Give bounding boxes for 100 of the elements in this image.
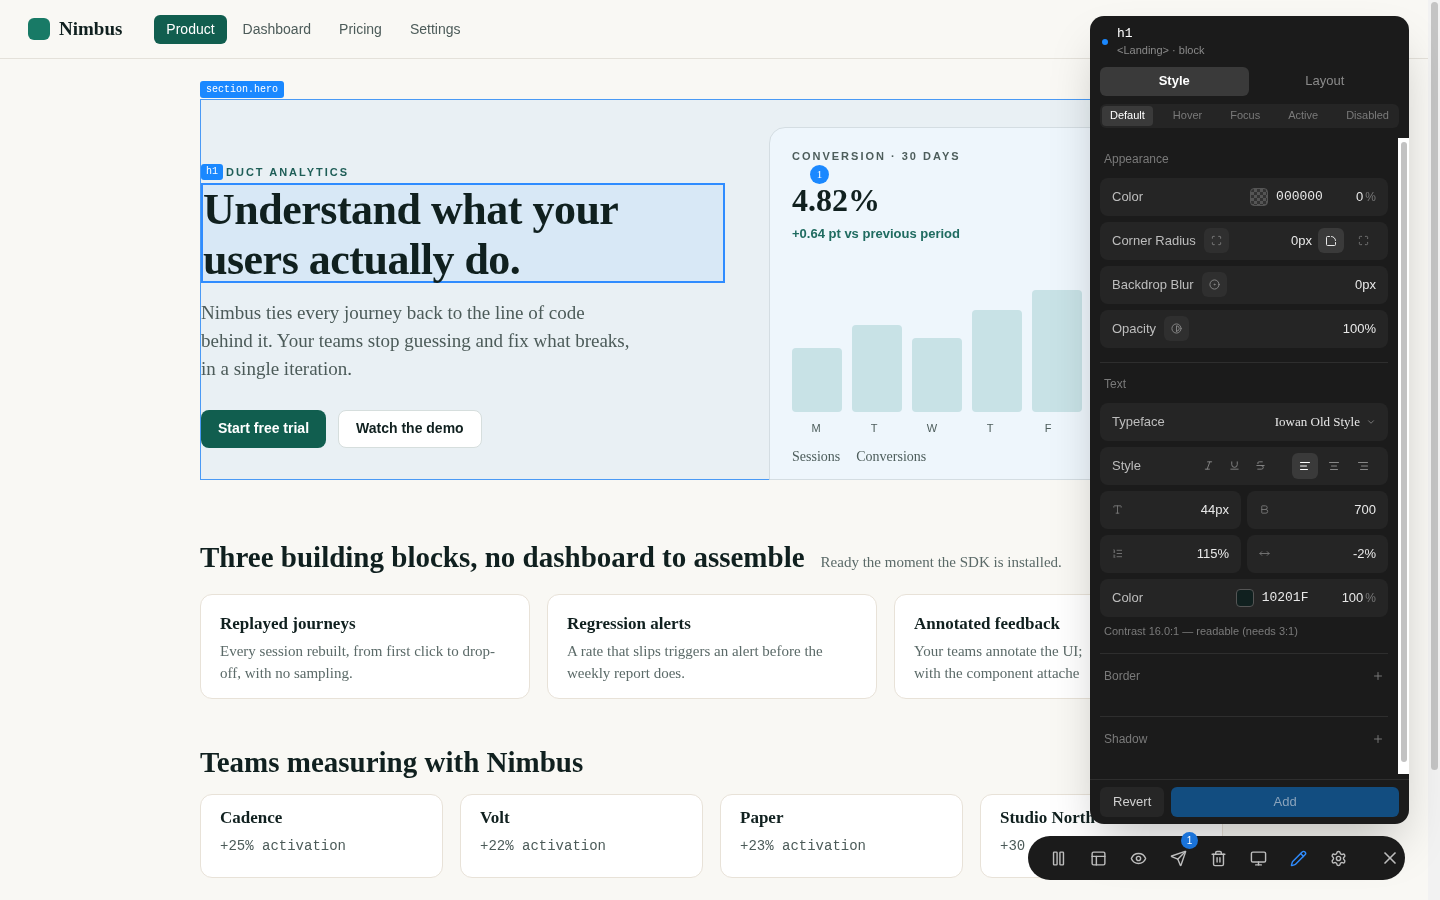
team-name: Cadence: [220, 808, 283, 828]
nav-link[interactable]: Settings: [397, 14, 473, 44]
row-label: Color: [1112, 588, 1144, 607]
state-tab[interactable]: Hover: [1164, 105, 1211, 126]
axis-label: W: [925, 420, 939, 436]
underline-icon: [1228, 460, 1240, 471]
state-tab[interactable]: Focus: [1222, 105, 1269, 126]
row-label: Typeface: [1112, 412, 1165, 431]
nav-link[interactable]: Product: [154, 14, 227, 44]
nav-link[interactable]: Dashboard: [230, 14, 324, 44]
card-title: Regression alerts: [567, 612, 691, 635]
primary-button[interactable]: Start free trial: [201, 409, 327, 448]
axis-label: T: [985, 420, 995, 436]
rounded-corner-icon: [1325, 234, 1337, 247]
row-label: Backdrop Blur: [1112, 275, 1194, 294]
expand-icon: [1357, 235, 1369, 246]
row-label: Corner Radius: [1112, 231, 1196, 250]
row-label: Color: [1112, 187, 1144, 206]
element-label: h1: [201, 164, 223, 181]
align-left-icon: [1299, 459, 1311, 472]
scrollbar[interactable]: [1428, 0, 1440, 900]
state-tab[interactable]: Disabled: [1338, 105, 1397, 126]
state-tab[interactable]: Active: [1280, 105, 1327, 126]
color-swatch[interactable]: [1250, 187, 1269, 206]
contrast-icon[interactable]: [1164, 316, 1190, 341]
logo-icon: [28, 18, 50, 40]
row-label: Opacity: [1112, 319, 1157, 338]
section-title: Text: [1104, 376, 1126, 393]
component-path: <Landing> · block: [1117, 43, 1205, 58]
field-value: -2%: [1352, 544, 1376, 563]
align-center-icon: [1328, 459, 1340, 472]
team-name: Paper: [740, 808, 784, 828]
panel-tab[interactable]: Layout: [1250, 66, 1399, 96]
letter-spacing-icon: [1259, 548, 1270, 559]
add-icon[interactable]: [1372, 669, 1384, 682]
metric-value: 4.82%: [792, 184, 880, 216]
strike-icon: [1254, 460, 1266, 471]
number-field[interactable]: 115%: [1100, 534, 1241, 573]
card-description: Every session rebuilt, from first click to drop-off, with no sampling.: [220, 642, 496, 683]
color-swatch[interactable]: [1235, 588, 1254, 607]
panel-tab[interactable]: Style: [1100, 66, 1249, 96]
card-title: Replayed journeys: [220, 612, 356, 635]
rounded-corner-toggle[interactable]: [1318, 228, 1344, 253]
field-value: 115%: [1196, 544, 1229, 563]
eyebrow-text: DUCT ANALYTICS: [226, 165, 350, 180]
add-icon[interactable]: [1372, 732, 1384, 745]
alpha-value[interactable]: 0: [1356, 186, 1364, 207]
notification-badge: 1: [1181, 832, 1198, 849]
team-name: Studio North: [1000, 808, 1095, 828]
eyebrow-text: CONVERSION · 30 DAYS: [792, 150, 961, 163]
radius-row[interactable]: Corner Radius 0px: [1100, 221, 1388, 260]
section-title: Appearance: [1104, 151, 1169, 168]
align-left-toggle[interactable]: [1292, 452, 1318, 479]
nav-link[interactable]: Pricing: [327, 14, 394, 44]
team-stat: +30: [1000, 837, 1026, 856]
hero-description: Nimbus ties every journey back to the line of code behind it. Your teams stop guessing and fix what breaks, in a single iteration.: [201, 300, 631, 381]
section-subtitle: Ready the moment the SDK is installed.: [820, 553, 1062, 572]
team-name: Volt: [480, 808, 510, 828]
section-title: Shadow: [1104, 730, 1148, 748]
section-heading: Teams measuring with Nimbus: [200, 744, 585, 780]
hex-value[interactable]: 000000: [1276, 186, 1357, 207]
property-value[interactable]: 0px: [1355, 274, 1376, 295]
typeface-select[interactable]: Typeface Iowan Old Style: [1100, 402, 1388, 441]
layout-icon: [1089, 849, 1107, 867]
send-icon: [1169, 849, 1187, 867]
corner-icon[interactable]: [1203, 228, 1229, 253]
hex-value[interactable]: 10201F: [1261, 587, 1342, 608]
scrollbar[interactable]: [1398, 137, 1409, 774]
number-field[interactable]: 44px: [1100, 490, 1241, 529]
row-label: Style: [1112, 456, 1141, 475]
card-description: Your teams annotate the UI; with the component attache: [914, 642, 1084, 683]
hero-heading: Understand what your users actually do.: [201, 182, 725, 283]
revert-button[interactable]: Revert: [1100, 787, 1165, 817]
state-tab[interactable]: Default: [1102, 105, 1153, 126]
pencil-icon: [1289, 849, 1307, 867]
color-row[interactable]: Color 10201F 100%: [1100, 578, 1388, 617]
number-field[interactable]: 700: [1247, 490, 1388, 529]
bold-icon: [1259, 504, 1270, 515]
italic-icon: [1202, 460, 1214, 471]
property-row[interactable]: Backdrop Blur 0px: [1100, 265, 1388, 304]
alpha-value[interactable]: 100: [1341, 587, 1364, 608]
color-row[interactable]: Color 000000 0%: [1100, 177, 1388, 216]
property-value[interactable]: 100%: [1342, 318, 1376, 339]
radius-value[interactable]: 0px: [1291, 230, 1312, 251]
trash-icon: [1209, 849, 1227, 867]
number-field[interactable]: -2%: [1247, 534, 1388, 573]
secondary-button[interactable]: Watch the demo: [338, 409, 482, 448]
team-stat: +25% activation: [220, 837, 347, 856]
brand-name[interactable]: Nimbus: [59, 14, 123, 44]
chart-bar: [792, 347, 842, 412]
monitor-icon: [1249, 849, 1267, 867]
line-height-icon: [1112, 548, 1123, 559]
element-name: h1: [1117, 26, 1134, 42]
field-value: 700: [1354, 500, 1376, 519]
team-stat: +23% activation: [740, 837, 867, 856]
section-heading: Three building blocks, no dashboard to assemble: [200, 540, 805, 575]
section-title: Border: [1104, 667, 1141, 685]
property-row[interactable]: Opacity 100%: [1100, 309, 1388, 348]
legend-label: Sessions: [792, 448, 841, 466]
card-description: A rate that slips triggers an alert before the weekly report does.: [567, 642, 824, 683]
